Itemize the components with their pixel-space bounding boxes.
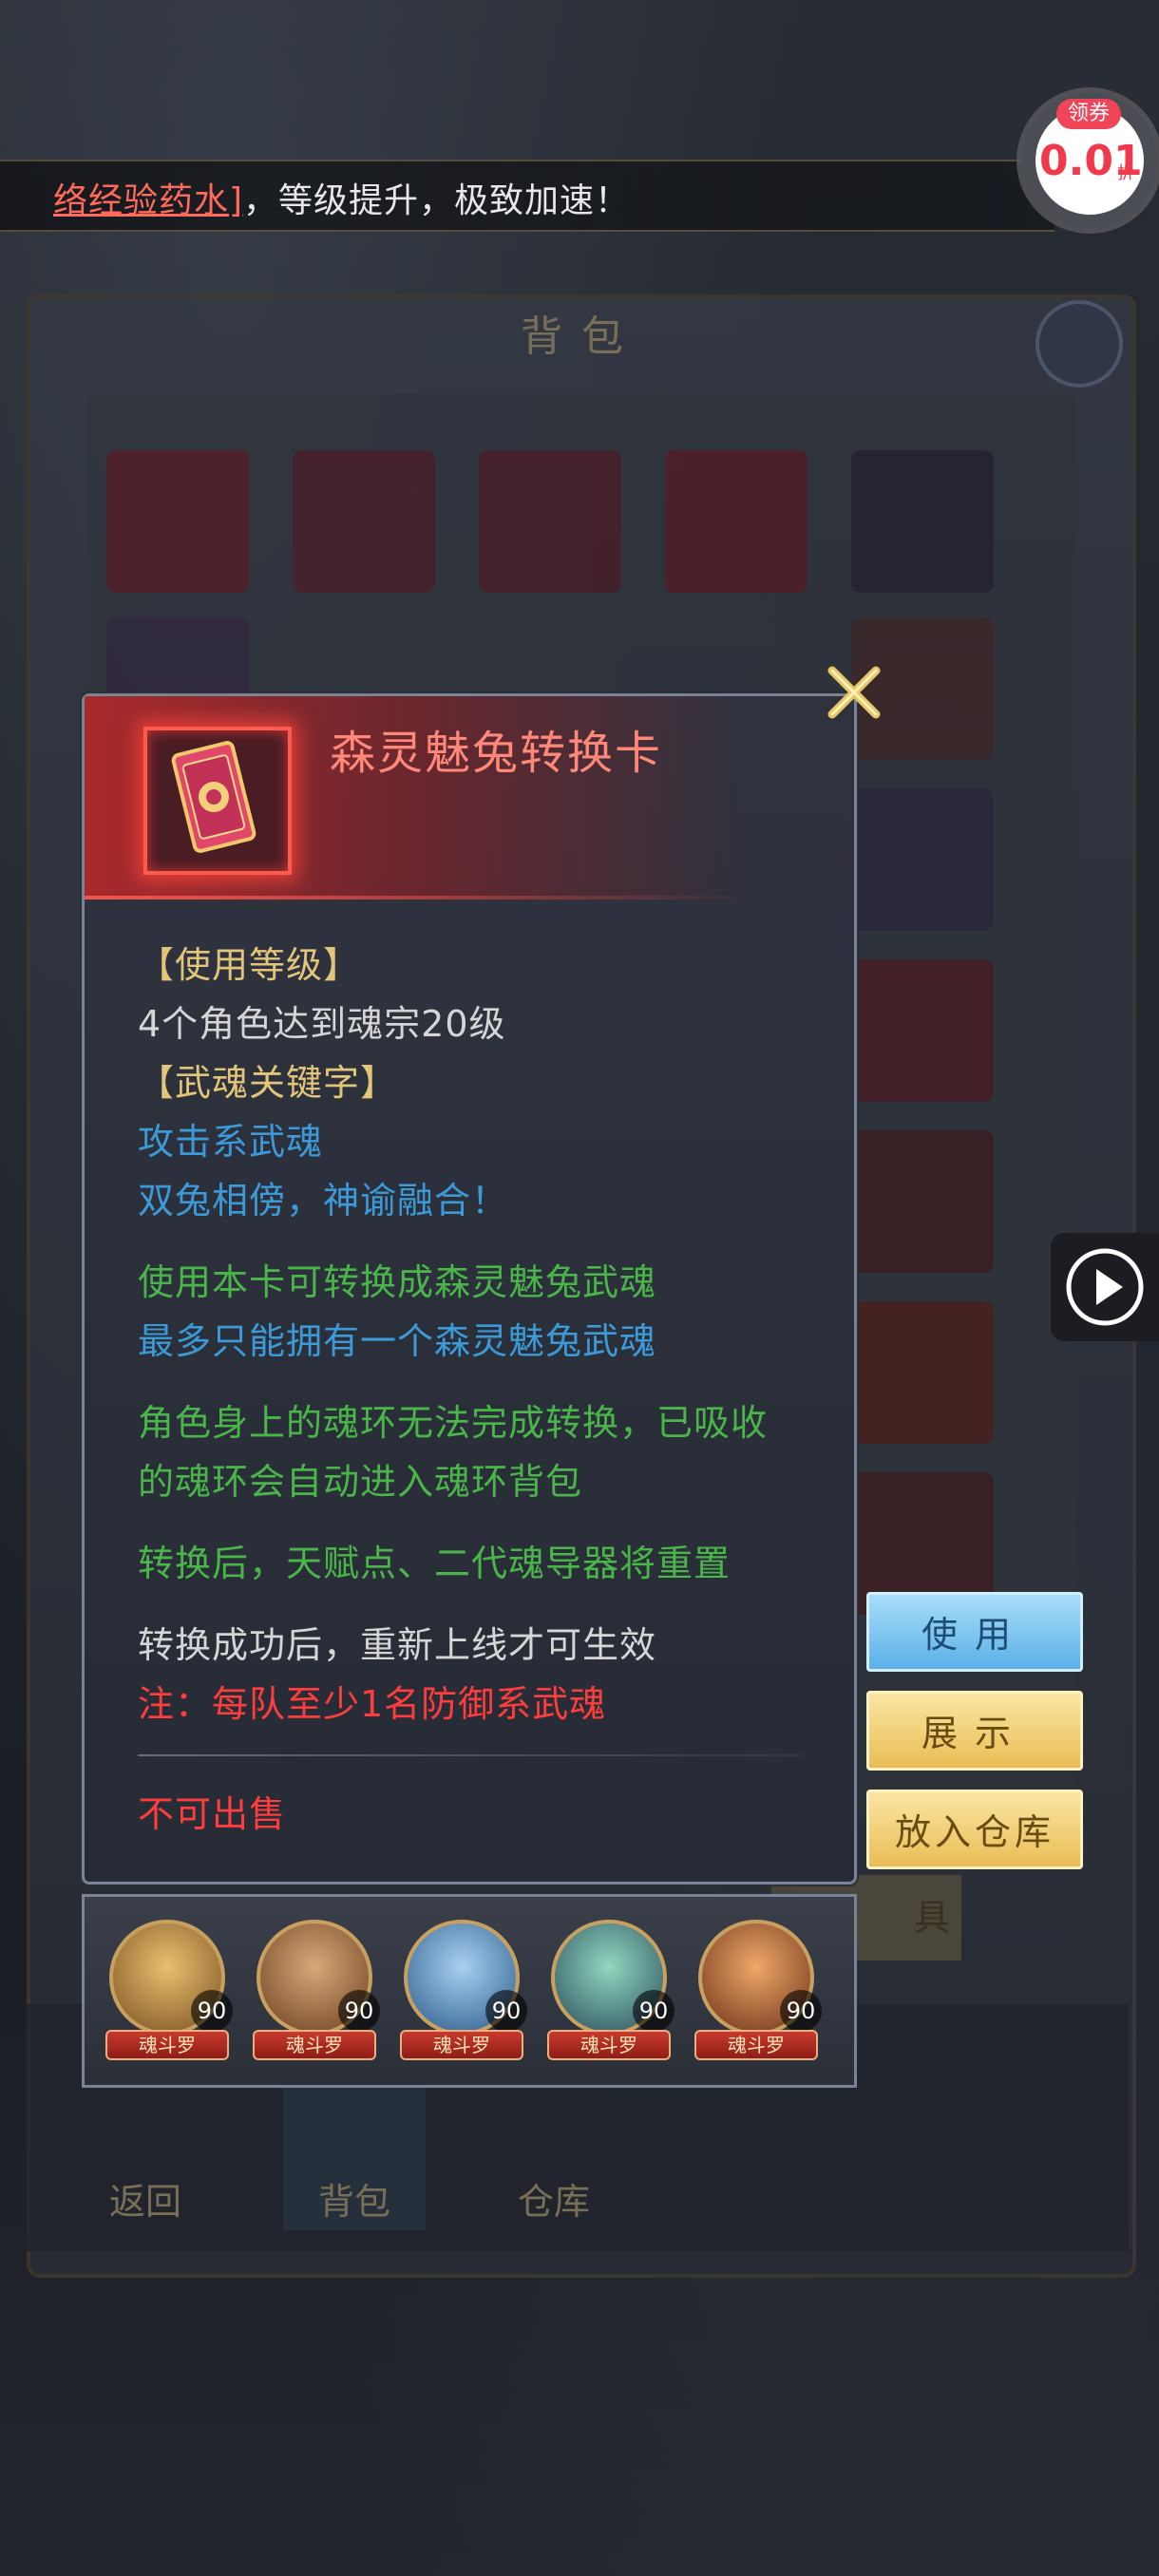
divider [138, 1754, 803, 1756]
header-glow-line [85, 896, 750, 900]
item-title: 森灵魅兔转换卡 [330, 727, 663, 780]
character-slot[interactable]: 90 魂斗罗 [694, 1920, 822, 2062]
usage-level-text: 4个角色达到魂宗20级 [138, 1003, 506, 1045]
character-slot[interactable]: 90 魂斗罗 [253, 1920, 380, 2062]
coupon-unit: 折 [1117, 163, 1134, 183]
character-level: 90 [485, 1990, 527, 2032]
keyword-type: 攻击系武魂 [138, 1121, 324, 1163]
item-icon [143, 727, 292, 875]
store-button[interactable]: 放入仓库 [866, 1790, 1083, 1869]
note-line: 注：每队至少1名防御系武魂 [138, 1683, 607, 1725]
keyword-desc: 双兔相傍，神谕融合！ [138, 1180, 509, 1222]
character-rank: 魂斗罗 [694, 2030, 818, 2060]
marquee-link[interactable]: 络经验药水] [53, 181, 243, 220]
video-play-button[interactable] [1051, 1233, 1159, 1341]
character-rank: 魂斗罗 [547, 2030, 671, 2060]
character-level: 90 [633, 1990, 674, 2032]
close-button[interactable] [821, 659, 887, 726]
coupon-badge[interactable]: 领券 0.01 折 [1022, 93, 1157, 228]
keyword-header: 【武魂关键字】 [138, 1062, 398, 1104]
sell-status: 不可出售 [138, 1793, 287, 1835]
use-button[interactable]: 使用 [866, 1592, 1083, 1672]
card-item-icon [171, 741, 256, 853]
character-level: 90 [780, 1990, 822, 2032]
character-rank: 魂斗罗 [253, 2030, 376, 2060]
relogin-line: 转换成功后，重新上线才可生效 [138, 1624, 657, 1666]
character-slot[interactable]: 90 魂斗罗 [105, 1920, 233, 2062]
marquee-text: 络经验药水]，等级提升，极致加速！ [53, 173, 630, 222]
reset-line: 转换后，天赋点、二代魂导器将重置 [138, 1543, 732, 1584]
ring-line-2: 的魂环会自动进入魂环背包 [138, 1461, 583, 1503]
character-level: 90 [191, 1990, 233, 2032]
item-detail-card: 森灵魅兔转换卡 【使用等级】 4个角色达到魂宗20级 【武魂关键字】 攻击系武魂… [82, 693, 857, 1885]
show-button[interactable]: 展示 [866, 1691, 1083, 1771]
character-level: 90 [338, 1990, 380, 2032]
character-slot[interactable]: 90 魂斗罗 [547, 1920, 674, 2062]
character-slot[interactable]: 90 魂斗罗 [400, 1920, 527, 2062]
character-rank: 魂斗罗 [400, 2030, 523, 2060]
close-icon [827, 666, 881, 719]
usage-level-header: 【使用等级】 [138, 944, 361, 986]
effect-line-2: 最多只能拥有一个森灵魅兔武魂 [138, 1320, 657, 1362]
coupon-tag: 领券 [1056, 99, 1121, 129]
announcement-marquee: 络经验药水]，等级提升，极致加速！ [0, 160, 1054, 232]
ring-line-1: 角色身上的魂环无法完成转换，已吸收 [138, 1402, 769, 1444]
marquee-rest-text: ，等级提升，极致加速！ [243, 181, 631, 220]
play-icon [1066, 1248, 1144, 1326]
effect-line-1: 使用本卡可转换成森灵魅兔武魂 [138, 1261, 657, 1303]
character-strip: 90 魂斗罗 90 魂斗罗 90 魂斗罗 90 魂斗罗 90 魂斗罗 [82, 1894, 857, 2088]
character-rank: 魂斗罗 [105, 2030, 229, 2060]
